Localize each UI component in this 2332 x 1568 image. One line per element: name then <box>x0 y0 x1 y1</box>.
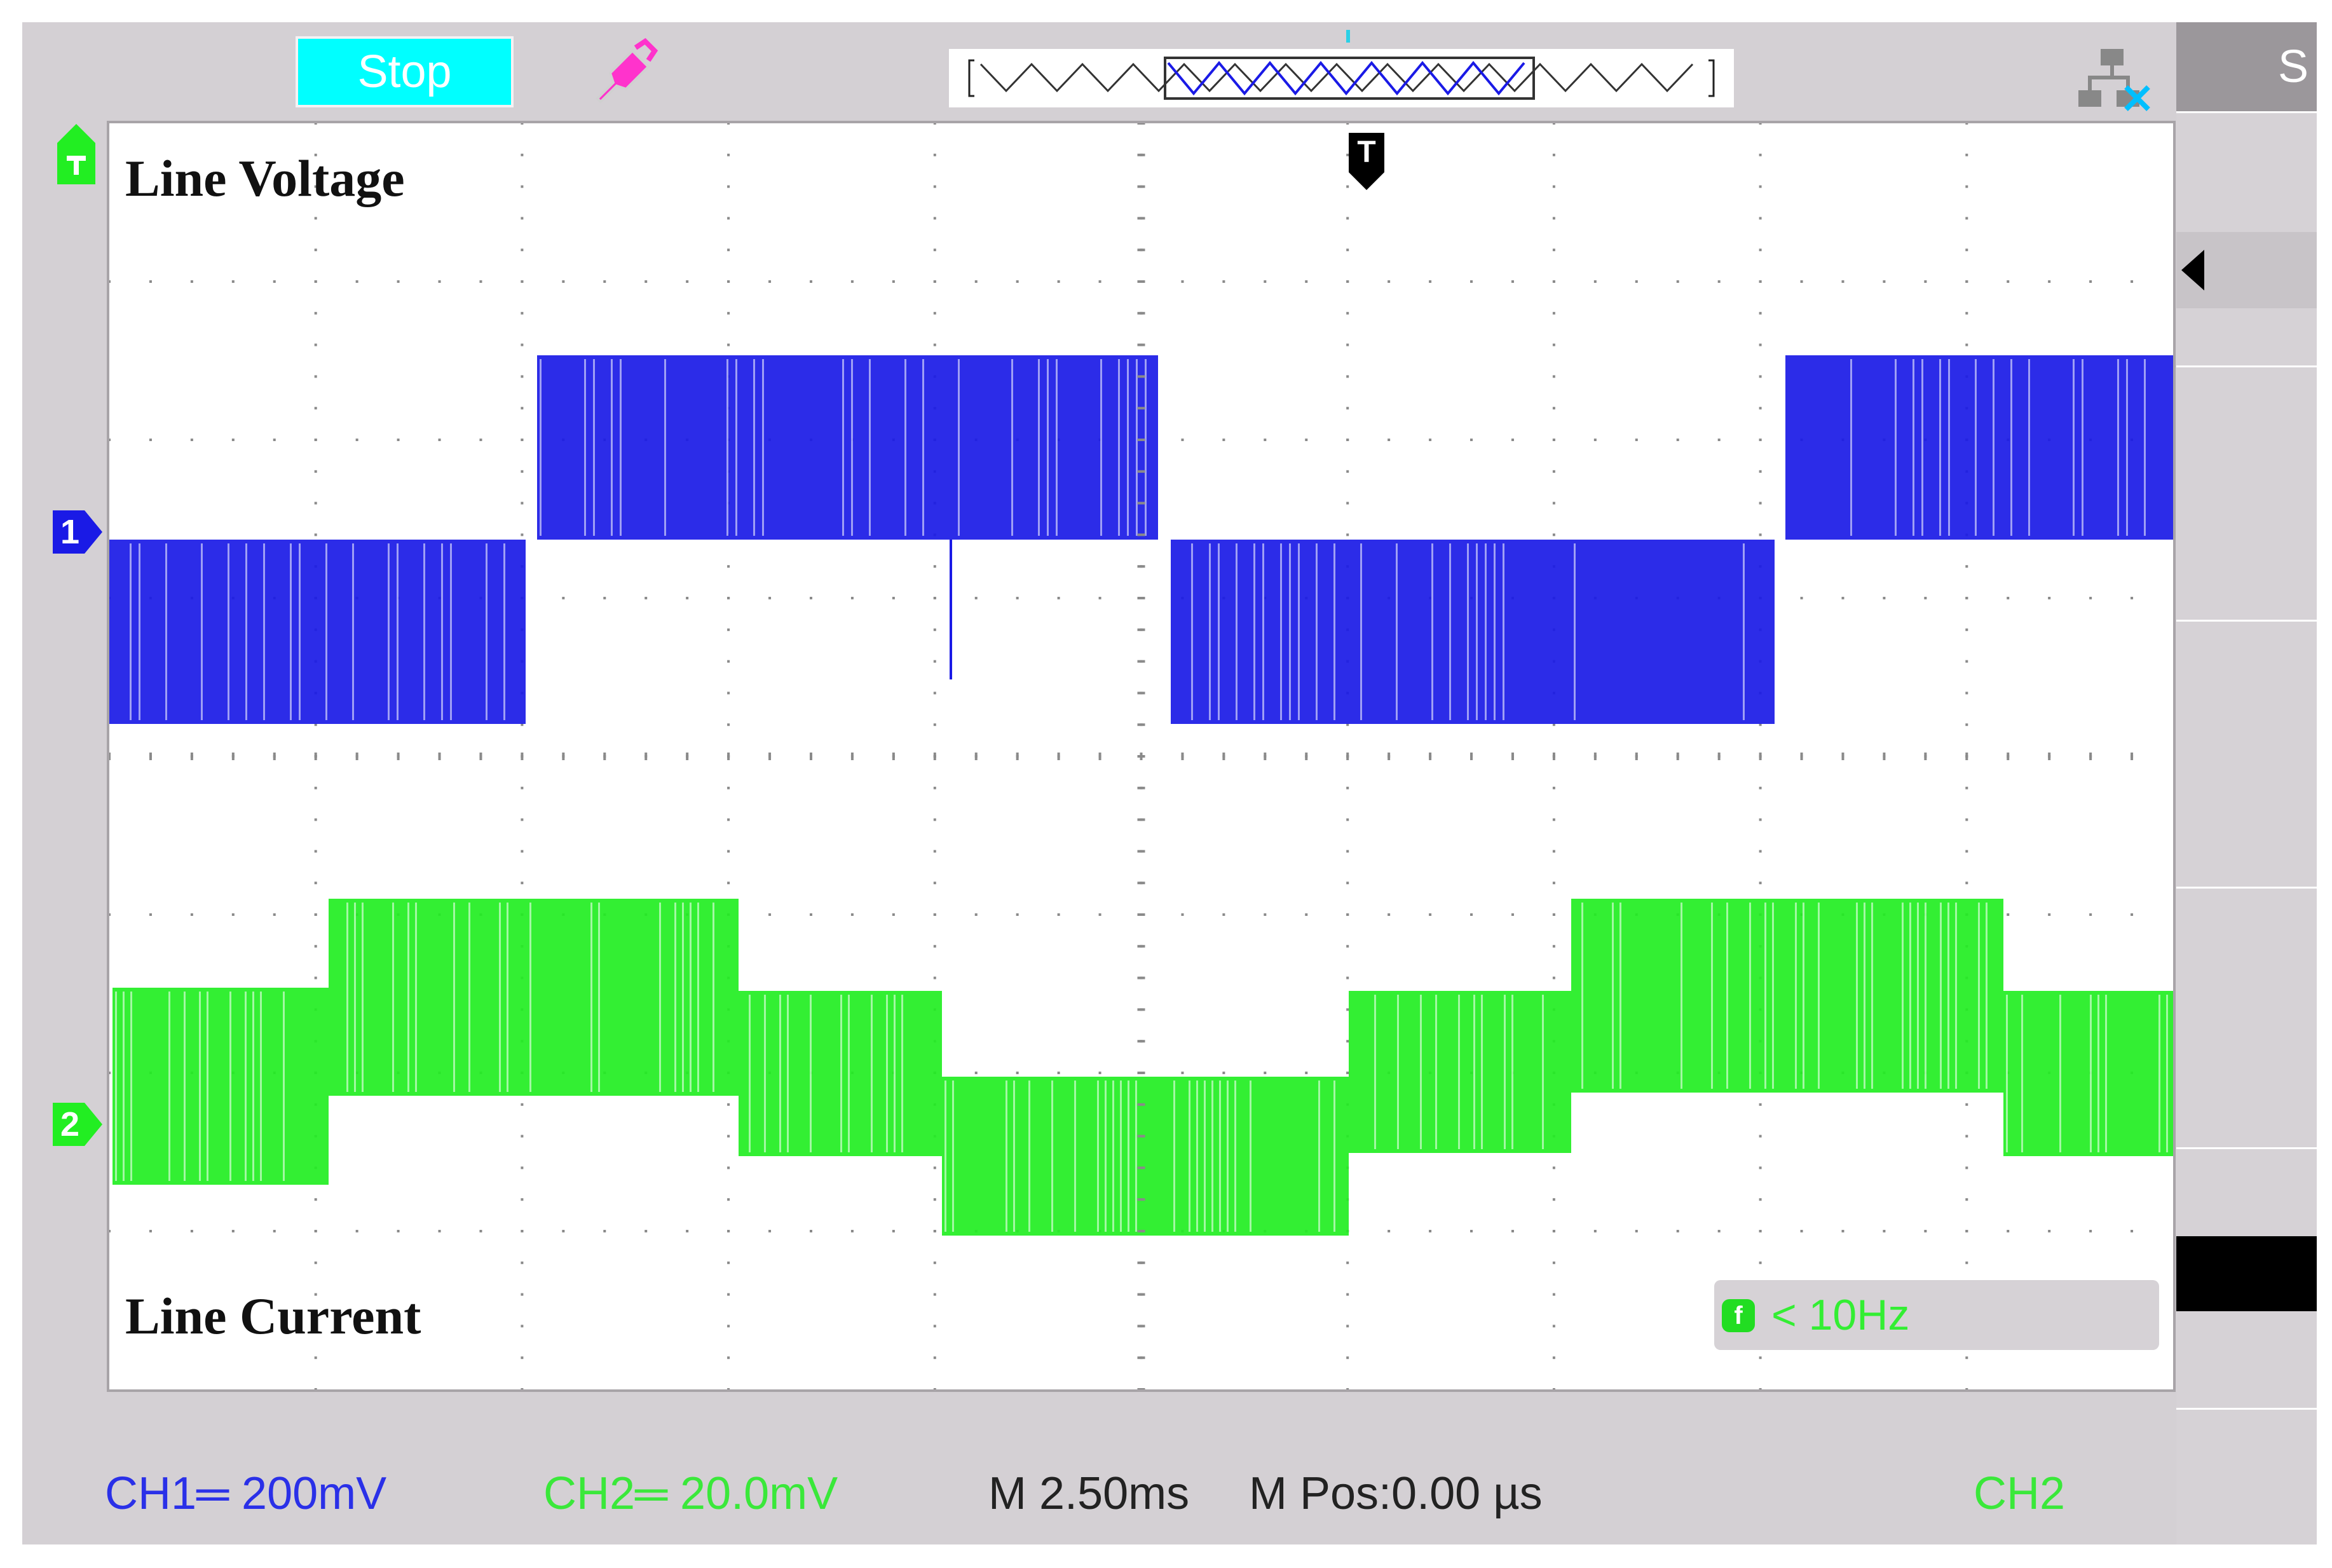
timebase[interactable]: M 2.50ms <box>988 1459 1189 1529</box>
probe-icon <box>596 38 658 104</box>
menu-black-block <box>2176 1236 2317 1311</box>
menu-arrow-icon <box>2181 250 2204 290</box>
timeline-waveform-icon <box>968 57 1715 100</box>
menu-divider <box>2176 1147 2317 1149</box>
waveform-canvas <box>109 123 2173 1389</box>
frequency-value: < 10Hz <box>1771 1291 1910 1339</box>
menu-divider <box>2176 1408 2317 1410</box>
trigger-level[interactable]: CH2 ∕166mV <box>1974 1459 2176 1544</box>
ch1-marker-label: 1 <box>60 513 80 551</box>
line-voltage-label: Line Voltage <box>125 149 405 207</box>
trigger-point-marker: T <box>1349 133 1384 190</box>
oscilloscope-display: Stop S 1 2 Line Voltage Line Current T f… <box>22 22 2317 1544</box>
ch2-marker-label: 2 <box>60 1105 80 1143</box>
side-menu-panel: S <box>2176 22 2317 1544</box>
status-bar: CH1═ 200mV CH2═ 20.0mV M 2.50ms M Pos:0.… <box>22 1459 2176 1544</box>
frequency-icon: f <box>1722 1299 1755 1332</box>
ch1-scale[interactable]: CH1═ 200mV <box>105 1459 386 1529</box>
menu-divider <box>2176 365 2317 367</box>
trigger-level-marker-icon <box>57 124 95 184</box>
waveform-screen: Line Voltage Line Current T f < 10Hz <box>107 121 2176 1392</box>
run-stop-status[interactable]: Stop <box>296 36 514 107</box>
line-current-label: Line Current <box>125 1287 421 1345</box>
main-position[interactable]: M Pos:0.00 µs <box>1249 1459 1543 1529</box>
menu-divider <box>2176 111 2317 113</box>
menu-divider <box>2176 620 2317 622</box>
side-menu-tab[interactable]: S <box>2176 22 2317 111</box>
memory-timeline <box>949 49 1734 107</box>
ch2-ground-marker[interactable]: 2 <box>53 1103 104 1146</box>
frequency-readout: f < 10Hz <box>1714 1280 2159 1350</box>
trigger-marker-letter: T <box>1357 135 1376 169</box>
ch1-line-voltage-trace <box>109 355 2173 724</box>
ch2-line-current-trace <box>113 899 2173 1236</box>
trigger-position-tick <box>1346 30 1350 43</box>
network-disconnected-icon <box>2078 49 2150 111</box>
ch2-scale[interactable]: CH2═ 20.0mV <box>543 1459 838 1529</box>
ch1-ground-marker[interactable]: 1 <box>53 510 104 554</box>
menu-divider <box>2176 887 2317 889</box>
